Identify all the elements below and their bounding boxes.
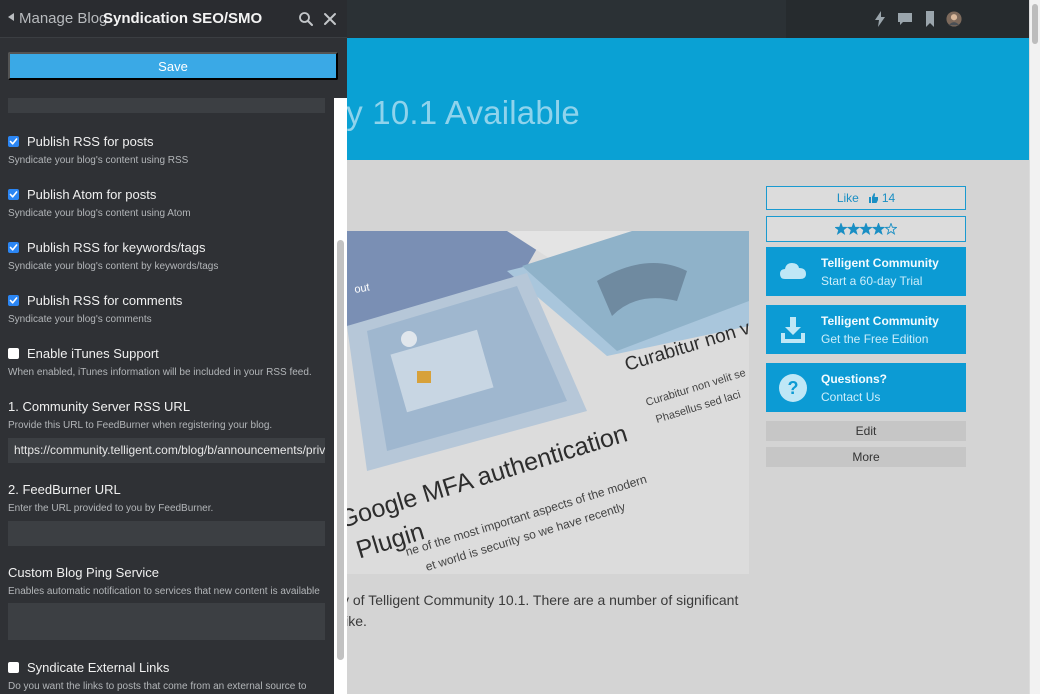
feedburner-url-label: 2. FeedBurner URL (8, 482, 121, 497)
checkbox[interactable] (8, 189, 19, 200)
cta-trial[interactable]: Telligent Community Start a 60-day Trial (766, 247, 966, 296)
post-body: y of Telligent Community 10.1. There are… (342, 590, 762, 632)
cloud-icon (778, 257, 808, 287)
star-empty-icon[interactable] (884, 223, 897, 235)
back-arrow-icon[interactable] (8, 13, 14, 21)
checkbox[interactable] (8, 662, 19, 673)
checkbox[interactable] (8, 242, 19, 253)
like-label: Like (836, 191, 859, 205)
download-icon (778, 315, 808, 345)
option-help: Syndicate your blog's comments (8, 314, 152, 325)
ping-service-textarea[interactable] (8, 603, 325, 640)
option-help: When enabled, iTunes information will be… (8, 367, 312, 378)
option-itunes-support[interactable]: Enable iTunes Support (8, 346, 159, 361)
page-scrollbar[interactable] (1029, 0, 1040, 694)
cta-questions[interactable]: ? Questions? Contact Us (766, 363, 966, 412)
checkbox[interactable] (8, 136, 19, 147)
ping-service-label: Custom Blog Ping Service (8, 565, 160, 580)
page-scrollbar-thumb[interactable] (1032, 4, 1038, 44)
feedburner-url-help: Enter the URL provided to you by FeedBur… (8, 503, 214, 514)
like-button[interactable]: Like 14 (766, 186, 966, 210)
previous-field-input[interactable] (8, 98, 325, 113)
option-label: Enable iTunes Support (27, 346, 159, 361)
search-icon[interactable] (298, 11, 314, 27)
post-body-line: like. (342, 613, 367, 629)
rss-url-help: Provide this URL to FeedBurner when regi… (8, 420, 273, 431)
cta-free-title: Telligent Community (821, 314, 939, 328)
avatar[interactable] (946, 10, 962, 28)
rss-url-label: 1. Community Server RSS URL (8, 399, 191, 414)
thumbs-up-icon (868, 193, 878, 203)
cta-trial-title: Telligent Community (821, 256, 939, 270)
checkbox[interactable] (8, 295, 19, 306)
more-button[interactable]: More (766, 447, 966, 467)
cta-free-edition[interactable]: Telligent Community Get the Free Edition (766, 305, 966, 354)
star-filled-icon[interactable] (871, 223, 886, 235)
option-help: Syndicate your blog's content using Atom (8, 208, 191, 219)
option-publish-rss-posts[interactable]: Publish RSS for posts (8, 134, 153, 149)
ping-service-help: Enables automatic notification to servic… (8, 586, 320, 597)
post-body-line: y of Telligent Community 10.1. There are… (342, 592, 739, 608)
panel-scrollbar-thumb[interactable] (337, 240, 344, 660)
option-label: Publish RSS for posts (27, 134, 154, 149)
panel-scrollbar[interactable] (334, 98, 347, 694)
activity-icon[interactable] (872, 10, 888, 28)
option-help: Syndicate your blog's content using RSS (8, 155, 189, 166)
cta-free-subtitle: Get the Free Edition (821, 332, 929, 346)
close-icon[interactable] (322, 11, 338, 27)
breadcrumb-current: Syndication SEO/SMO (103, 10, 263, 27)
save-button[interactable]: Save (8, 52, 338, 80)
option-label: Syndicate External Links (27, 660, 170, 675)
option-label: Publish RSS for keywords/tags (27, 240, 206, 255)
star-filled-icon[interactable] (835, 223, 848, 235)
edit-button[interactable]: Edit (766, 421, 966, 441)
option-help: Syndicate your blog's content by keyword… (8, 261, 219, 272)
option-label: Publish RSS for comments (27, 293, 183, 308)
question-icon: ? (778, 373, 808, 403)
conversations-icon[interactable] (897, 10, 913, 28)
option-publish-atom-posts[interactable]: Publish Atom for posts (8, 187, 156, 202)
manage-blog-panel: Manage Blog Syndication SEO/SMO Save Pub… (0, 0, 347, 694)
option-publish-rss-tags[interactable]: Publish RSS for keywords/tags (8, 240, 205, 255)
cta-trial-subtitle: Start a 60-day Trial (821, 274, 923, 288)
rss-url-field[interactable]: https://community.telligent.com/blog/b/a… (8, 438, 325, 463)
like-count: 14 (881, 191, 896, 205)
star-filled-icon[interactable] (846, 223, 861, 235)
star-rating[interactable] (766, 216, 966, 242)
option-help: Do you want the links to posts that come… (8, 681, 307, 692)
bookmark-icon[interactable] (922, 10, 938, 28)
rating-stars[interactable] (835, 223, 897, 235)
breadcrumb-parent[interactable]: Manage Blog (19, 10, 107, 27)
post-featured-image: out Google MFA authentication Plugin Cur… (347, 231, 749, 574)
option-label: Publish Atom for posts (27, 187, 157, 202)
svg-text:?: ? (788, 378, 799, 398)
star-filled-icon[interactable] (859, 223, 873, 235)
option-publish-rss-comments[interactable]: Publish RSS for comments (8, 293, 182, 308)
panel-header: Manage Blog Syndication SEO/SMO (0, 0, 347, 38)
cta-questions-title: Questions? (821, 372, 888, 386)
checkbox[interactable] (8, 348, 19, 359)
option-syndicate-external-links[interactable]: Syndicate External Links (8, 660, 169, 675)
panel-form: Publish RSS for posts Syndicate your blo… (0, 98, 334, 694)
feedburner-url-field[interactable] (8, 521, 325, 546)
cta-questions-subtitle: Contact Us (821, 390, 881, 404)
